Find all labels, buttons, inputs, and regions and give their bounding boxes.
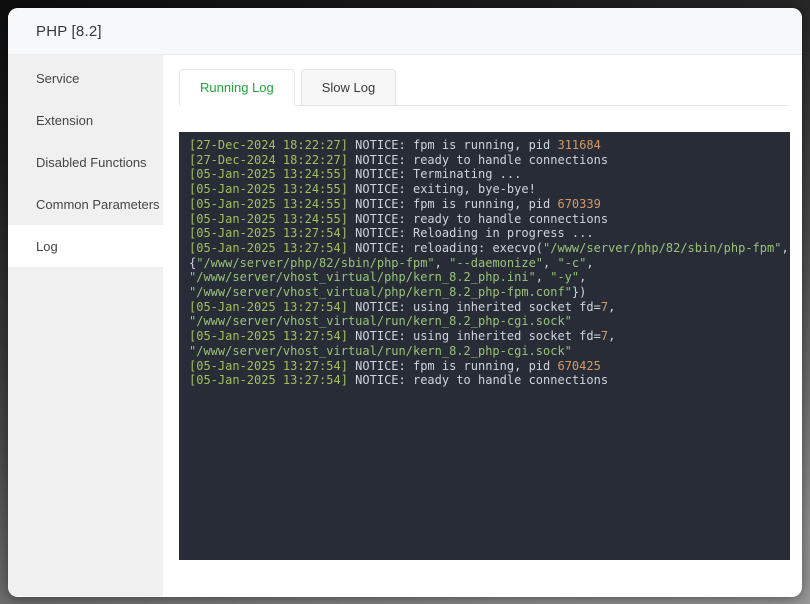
main-content: Running Log Slow Log [27-Dec-2024 18:22:2…: [163, 55, 802, 596]
window-title: PHP [8.2]: [36, 22, 102, 40]
log-line: [05-Jan-2025 13:24:55] NOTICE: exiting, …: [189, 182, 780, 197]
log-segment-txt: ,: [579, 270, 587, 285]
log-segment-txt: ,: [535, 270, 551, 285]
log-output[interactable]: [27-Dec-2024 18:22:27] NOTICE: fpm is ru…: [179, 132, 790, 560]
log-segment-txt: ,: [608, 329, 616, 344]
log-segment-ts: [27-Dec-2024 18:22:27]: [189, 152, 348, 167]
log-segment-str: "/www/server/php/82/sbin/php-fpm": [543, 240, 782, 255]
log-line: [05-Jan-2025 13:24:55] NOTICE: Terminati…: [189, 167, 780, 182]
log-segment-num: 7: [600, 329, 609, 344]
log-segment-txt: NOTICE: ready to handle connections: [347, 373, 609, 388]
log-segment-num: 670425: [557, 358, 601, 373]
log-segment-ts: [05-Jan-2025 13:24:55]: [189, 211, 348, 226]
log-segment-txt: NOTICE: Terminating ...: [347, 167, 522, 182]
log-segment-txt: ,: [543, 255, 558, 270]
log-segment-ts: [05-Jan-2025 13:27:54]: [189, 240, 348, 255]
php-settings-window: PHP [8.2] Service Extension Disabled Funct…: [8, 8, 802, 597]
log-segment-txt: ,: [434, 255, 450, 270]
log-segment-ts: [05-Jan-2025 13:27:54]: [189, 373, 348, 388]
log-segment-ts: [05-Jan-2025 13:24:55]: [189, 167, 348, 182]
log-line: [05-Jan-2025 13:27:54] NOTICE: ready to …: [189, 373, 780, 388]
log-line: "/www/server/vhost_virtual/run/kern_8.2_…: [189, 314, 780, 329]
log-segment-num: 670339: [557, 196, 601, 211]
log-segment-num: 7: [600, 299, 609, 314]
log-segment-txt: NOTICE: ready to handle connections: [347, 152, 609, 167]
log-line: [05-Jan-2025 13:27:54] NOTICE: using inh…: [189, 329, 780, 344]
log-segment-str: "/www/server/vhost_virtual/run/kern_8.2_…: [189, 343, 572, 358]
log-segment-txt: NOTICE: fpm is running, pid: [347, 138, 558, 152]
log-segment-ts: [05-Jan-2025 13:27:54]: [189, 226, 348, 241]
log-line: [05-Jan-2025 13:27:54] NOTICE: using inh…: [189, 300, 780, 315]
log-segment-str: "/www/server/vhost_virtual/php/kern_8.2_…: [189, 285, 572, 300]
log-segment-str: "/www/server/vhost_virtual/php/kern_8.2_…: [189, 270, 536, 285]
window-body: Service Extension Disabled Functions Common…: [8, 55, 802, 596]
log-segment-ts: [05-Jan-2025 13:27:54]: [189, 358, 348, 373]
sidebar-item-common-parameters[interactable]: Common Parameters: [8, 183, 163, 225]
log-segment-txt: NOTICE: using inherited socket fd=: [347, 299, 601, 314]
sidebar-item-disabled-functions[interactable]: Disabled Functions: [8, 141, 163, 183]
log-segment-str: "-y": [550, 270, 580, 285]
log-segment-str: "--daemonize": [449, 255, 544, 270]
tab-running-log[interactable]: Running Log: [179, 69, 295, 106]
log-segment-txt: NOTICE: reloading: execvp(: [347, 240, 544, 255]
log-segment-txt: NOTICE: fpm is running, pid: [347, 196, 558, 211]
log-segment-ts: [27-Dec-2024 18:22:27]: [189, 138, 348, 152]
log-line: "/www/server/vhost_virtual/php/kern_8.2_…: [189, 285, 780, 300]
log-line: [05-Jan-2025 13:24:55] NOTICE: fpm is ru…: [189, 197, 780, 212]
sidebar-item-service[interactable]: Service: [8, 57, 163, 99]
sidebar-item-log[interactable]: Log: [8, 225, 163, 267]
log-line: [05-Jan-2025 13:24:55] NOTICE: ready to …: [189, 212, 780, 227]
log-segment-ts: [05-Jan-2025 13:24:55]: [189, 182, 348, 197]
log-segment-ts: [05-Jan-2025 13:27:54]: [189, 329, 348, 344]
window-header: PHP [8.2]: [8, 8, 802, 55]
tab-slow-log[interactable]: Slow Log: [300, 69, 397, 106]
log-segment-txt: NOTICE: exiting, bye-bye!: [347, 182, 536, 197]
log-line: [05-Jan-2025 13:27:54] NOTICE: fpm is ru…: [189, 359, 780, 374]
log-segment-txt: NOTICE: Reloading in progress ...: [347, 226, 594, 241]
log-segment-num: 311684: [557, 138, 601, 152]
log-segment-ts: [05-Jan-2025 13:27:54]: [189, 299, 348, 314]
log-segment-txt: ,: [586, 255, 594, 270]
log-line: [05-Jan-2025 13:27:54] NOTICE: Reloading…: [189, 226, 780, 241]
log-segment-txt: NOTICE: fpm is running, pid: [347, 358, 558, 373]
log-line: "/www/server/vhost_virtual/php/kern_8.2_…: [189, 270, 780, 285]
log-segment-txt: ,: [781, 240, 789, 255]
log-line: [05-Jan-2025 13:27:54] NOTICE: reloading…: [189, 240, 789, 256]
log-segment-txt: ,: [608, 299, 616, 314]
log-segment-txt: }): [571, 285, 587, 300]
tab-bar: Running Log Slow Log: [179, 69, 790, 106]
log-line: [27-Dec-2024 18:22:27] NOTICE: fpm is ru…: [189, 138, 780, 153]
log-segment-txt: NOTICE: using inherited socket fd=: [347, 329, 601, 344]
sidebar-item-extension[interactable]: Extension: [8, 99, 163, 141]
log-segment-ts: [05-Jan-2025 13:24:55]: [189, 196, 348, 211]
sidebar-nav: Service Extension Disabled Functions Common…: [8, 55, 163, 596]
log-line: {"/www/server/php/82/sbin/php-fpm", "--d…: [189, 256, 780, 271]
log-line: [27-Dec-2024 18:22:27] NOTICE: ready to …: [189, 153, 780, 168]
log-line: "/www/server/vhost_virtual/run/kern_8.2_…: [189, 344, 780, 359]
log-segment-txt: NOTICE: ready to handle connections: [347, 211, 609, 226]
log-segment-str: "/www/server/php/82/sbin/php-fpm": [196, 255, 435, 270]
log-segment-str: "/www/server/vhost_virtual/run/kern_8.2_…: [189, 314, 572, 329]
log-segment-str: "-c": [557, 255, 587, 270]
